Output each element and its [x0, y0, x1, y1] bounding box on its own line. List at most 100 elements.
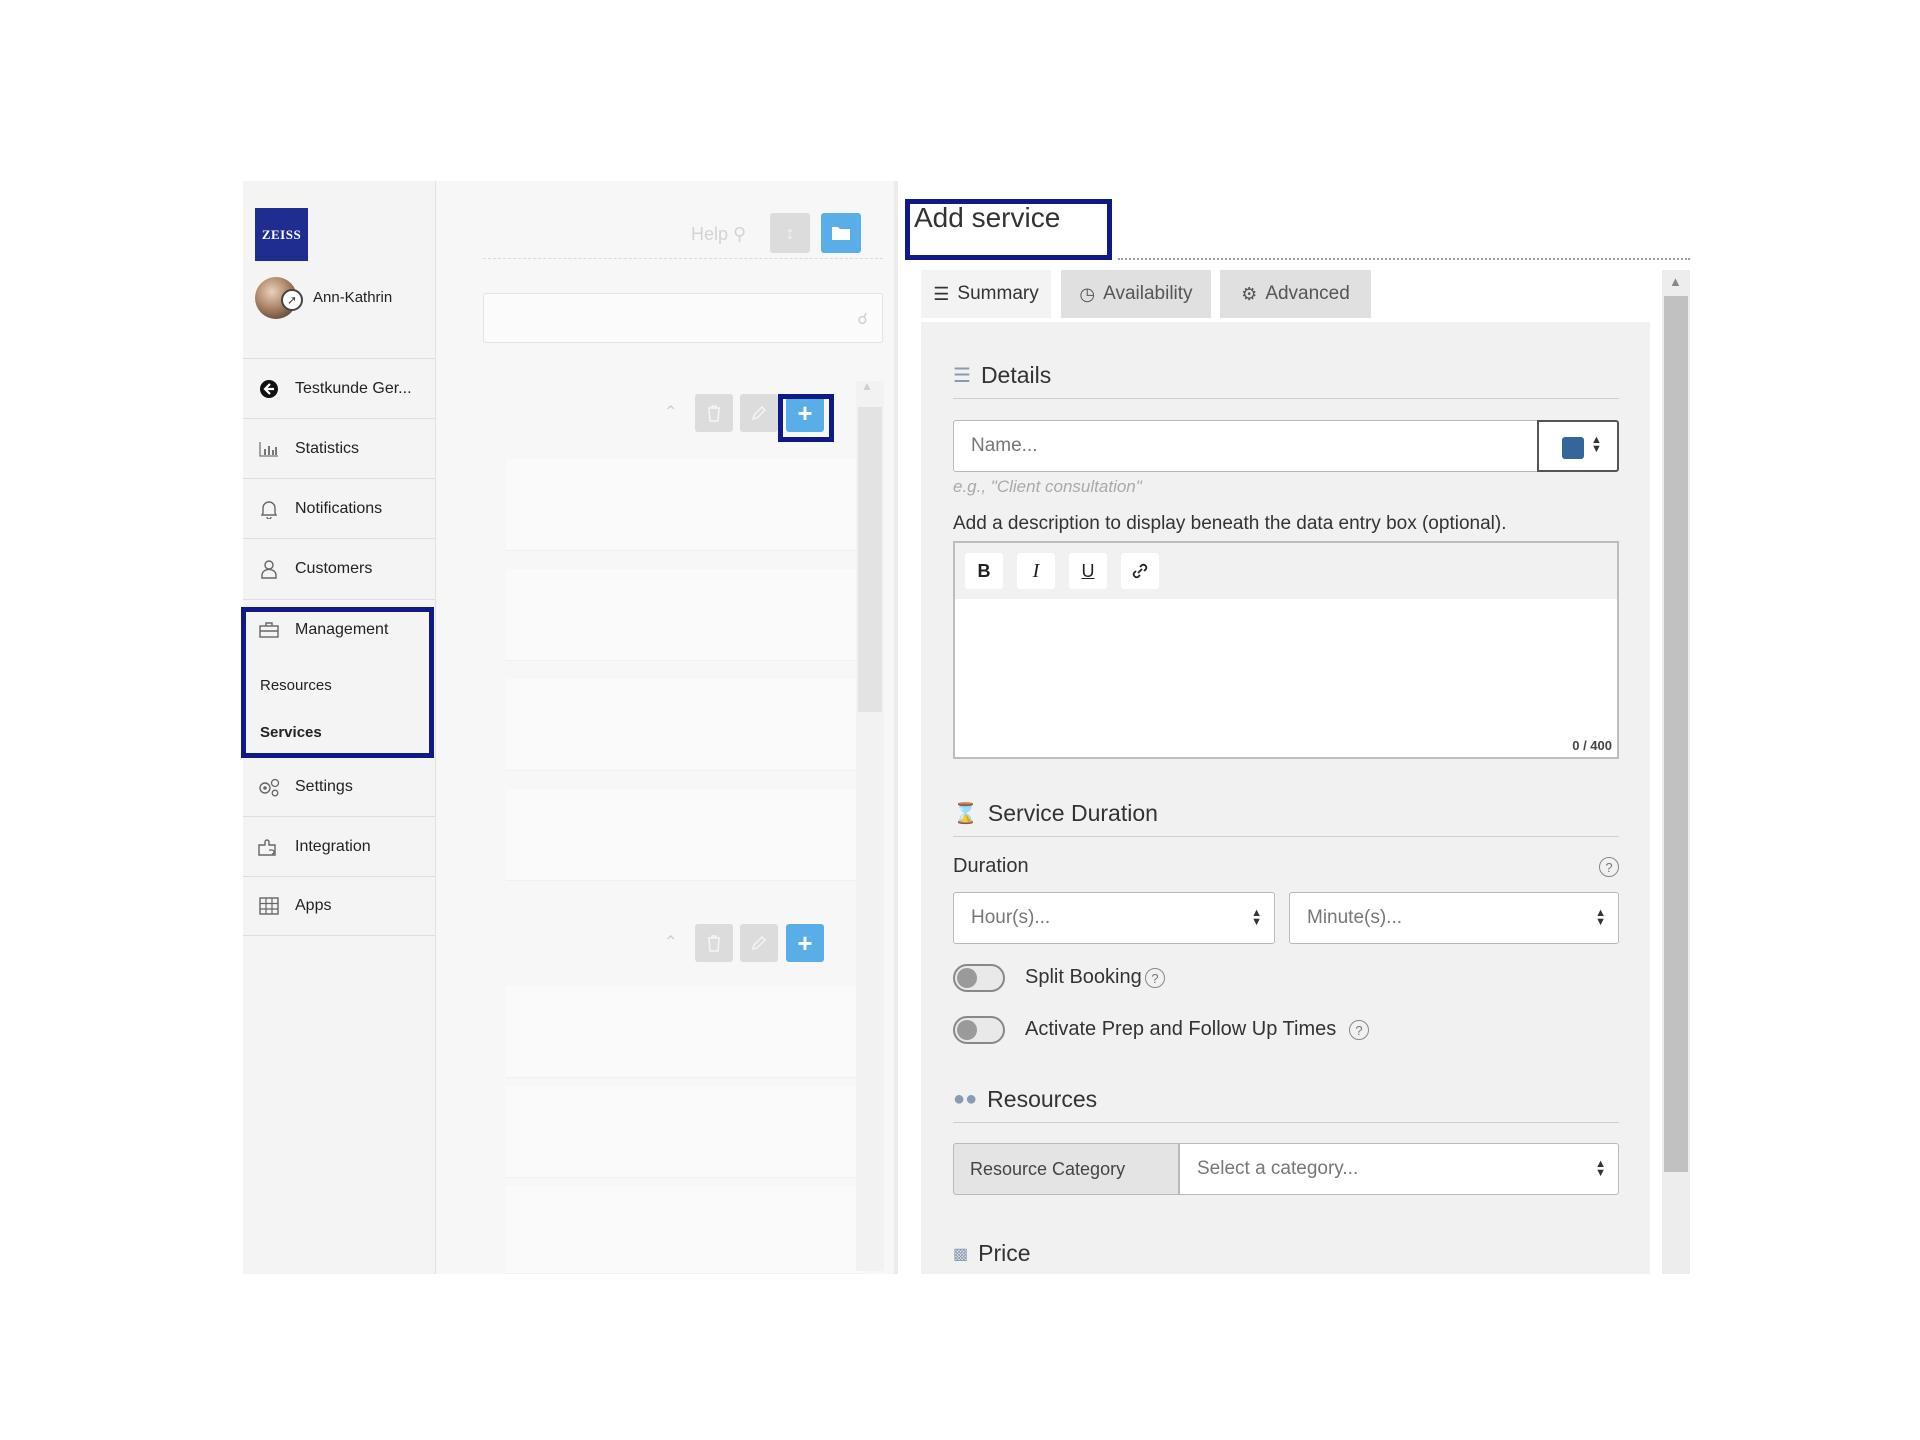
scroll-up-icon[interactable]: ▲ — [1669, 274, 1682, 289]
money-icon: ▩ — [953, 1245, 969, 1263]
add-category-button[interactable]: + — [786, 394, 824, 432]
character-counter: 0 / 400 — [1572, 738, 1612, 753]
section-divider — [953, 398, 1619, 399]
folder-button[interactable] — [821, 213, 861, 253]
tab-availability[interactable]: ◷ Availability — [1061, 270, 1211, 318]
sidebar-item-label: Apps — [295, 897, 332, 914]
pencil-icon — [751, 405, 767, 421]
split-booking-toggle[interactable] — [953, 964, 1005, 992]
tab-label: Advanced — [1265, 283, 1350, 304]
sliders-icon: ☰ — [953, 365, 971, 387]
scrollbar-thumb[interactable] — [858, 407, 882, 712]
list-item[interactable] — [506, 789, 866, 881]
resource-category-text: Resource Category — [970, 1158, 1126, 1179]
prep-followup-toggle[interactable] — [953, 1016, 1005, 1044]
toggle-knob — [957, 1020, 977, 1040]
user-profile[interactable]: ➚ Ann-Kathrin — [255, 277, 393, 319]
edit-button[interactable] — [740, 394, 778, 432]
toolbox-icon — [257, 620, 281, 640]
details-section-title: ☰ Details — [953, 362, 1051, 389]
sort-button[interactable]: ↕ — [770, 213, 810, 253]
sidebar-item-integration[interactable]: Integration — [243, 816, 435, 876]
link-button[interactable] — [1121, 553, 1159, 589]
section-label: Service Duration — [987, 800, 1158, 826]
back-arrow-icon — [257, 379, 281, 399]
minutes-select[interactable]: Minute(s)... ▲ ▼ — [1289, 892, 1619, 944]
panel-divider — [894, 181, 898, 1274]
help-icon[interactable]: ? — [1599, 857, 1619, 877]
help-link[interactable]: Help ⚲ — [691, 224, 746, 245]
compass-icon[interactable]: ➚ — [281, 289, 303, 311]
resource-category-select[interactable]: Select a category... ▲ ▼ — [1179, 1143, 1619, 1195]
hours-select[interactable]: Hour(s)... ▲ ▼ — [953, 892, 1275, 944]
description-label: Add a description to display beneath the… — [953, 513, 1507, 534]
search-input[interactable]: ☌ — [483, 293, 883, 343]
sidebar-item-apps[interactable]: Apps — [243, 876, 435, 936]
add-category-button[interactable]: + — [786, 924, 824, 962]
list-item[interactable] — [506, 1086, 866, 1178]
select-arrows-icon: ▲ ▼ — [1251, 907, 1262, 928]
user-name: Ann-Kathrin — [313, 289, 393, 306]
sidebar-item-label: Integration — [295, 837, 371, 855]
bell-icon — [257, 499, 281, 519]
price-section-title: ▩ Price — [953, 1240, 1031, 1267]
description-editor[interactable]: B I U 0 / 400 — [953, 541, 1619, 759]
tab-advanced[interactable]: ⚙ Advanced — [1220, 270, 1371, 318]
help-label: Help — [691, 224, 729, 244]
help-icon[interactable]: ? — [1349, 1020, 1369, 1040]
avatar[interactable]: ➚ — [255, 277, 303, 319]
sidebar-item-statistics[interactable]: Statistics — [243, 418, 435, 478]
section-label: Resources — [987, 1086, 1098, 1112]
sidebar-item-label: Testkunde Ger... — [295, 379, 412, 397]
page-title: Add service — [914, 202, 1061, 233]
sort-icon: ↕ — [785, 222, 795, 243]
help-icon[interactable]: ? — [1145, 968, 1165, 988]
hourglass-icon: ⌛ — [953, 803, 978, 825]
name-hint: e.g., "Client consultation" — [953, 477, 1142, 496]
list-item[interactable] — [506, 1186, 866, 1274]
bold-button[interactable]: B — [965, 553, 1003, 589]
resource-category-label: Resource Category — [953, 1143, 1179, 1195]
sidebar-item-settings[interactable]: Settings — [243, 756, 435, 816]
edit-button[interactable] — [740, 924, 778, 962]
sidebar-item-notifications[interactable]: Notifications — [243, 478, 435, 538]
sidebar-item-management[interactable]: Management — [243, 599, 435, 659]
resources-section-title: ●● Resources — [953, 1086, 1097, 1113]
color-picker[interactable]: ▲ ▼ — [1537, 420, 1619, 472]
chevron-up-icon[interactable]: ⌃ — [664, 402, 677, 422]
title-divider — [1118, 258, 1690, 260]
sidebar-item-testkunde[interactable]: Testkunde Ger... — [243, 358, 435, 418]
gears-icon: ⚙ — [1241, 283, 1258, 304]
delete-button[interactable] — [695, 924, 733, 962]
italic-button[interactable]: I — [1017, 553, 1055, 589]
sidebar-subitem-label: Resources — [260, 676, 332, 694]
sidebar-item-label: Notifications — [295, 499, 383, 517]
name-placeholder: Name... — [971, 435, 1038, 456]
chevron-up-icon[interactable]: ⌃ — [664, 932, 677, 952]
plus-icon: + — [797, 927, 813, 958]
name-input[interactable]: Name... — [953, 420, 1538, 472]
scrollbar-thumb[interactable] — [1664, 296, 1688, 1172]
list-item[interactable] — [506, 459, 866, 551]
summary-card: ☰ Details Name... ▲ ▼ e.g., "Client consu… — [921, 322, 1650, 1274]
delete-button[interactable] — [695, 394, 733, 432]
service-list-panel: Help ⚲ ↕ ☌ ⌃ + ⌃ + ▲ — [436, 181, 894, 1274]
tab-summary[interactable]: ☰ Summary — [921, 270, 1051, 318]
zeiss-logo[interactable]: ZEISS — [255, 208, 308, 261]
section-divider — [953, 836, 1619, 837]
list-item[interactable] — [506, 569, 866, 661]
list-item[interactable] — [506, 986, 866, 1078]
underline-button[interactable]: U — [1069, 553, 1107, 589]
pencil-icon — [751, 935, 767, 951]
list-item[interactable] — [506, 679, 866, 771]
sidebar-subitem-label: Services — [260, 723, 322, 741]
scroll-up-icon[interactable]: ▲ — [861, 379, 873, 393]
sidebar-subitem-services[interactable]: Services — [243, 710, 435, 754]
users-icon: ●● — [953, 1088, 978, 1110]
trash-icon — [708, 935, 720, 952]
link-icon — [1132, 563, 1148, 579]
sidebar-subitem-resources[interactable]: Resources — [243, 663, 435, 707]
sidebar-item-customers[interactable]: Customers — [243, 538, 435, 598]
sidebar-item-label: Statistics — [295, 439, 360, 457]
select-arrows-icon: ▲ ▼ — [1591, 434, 1602, 455]
